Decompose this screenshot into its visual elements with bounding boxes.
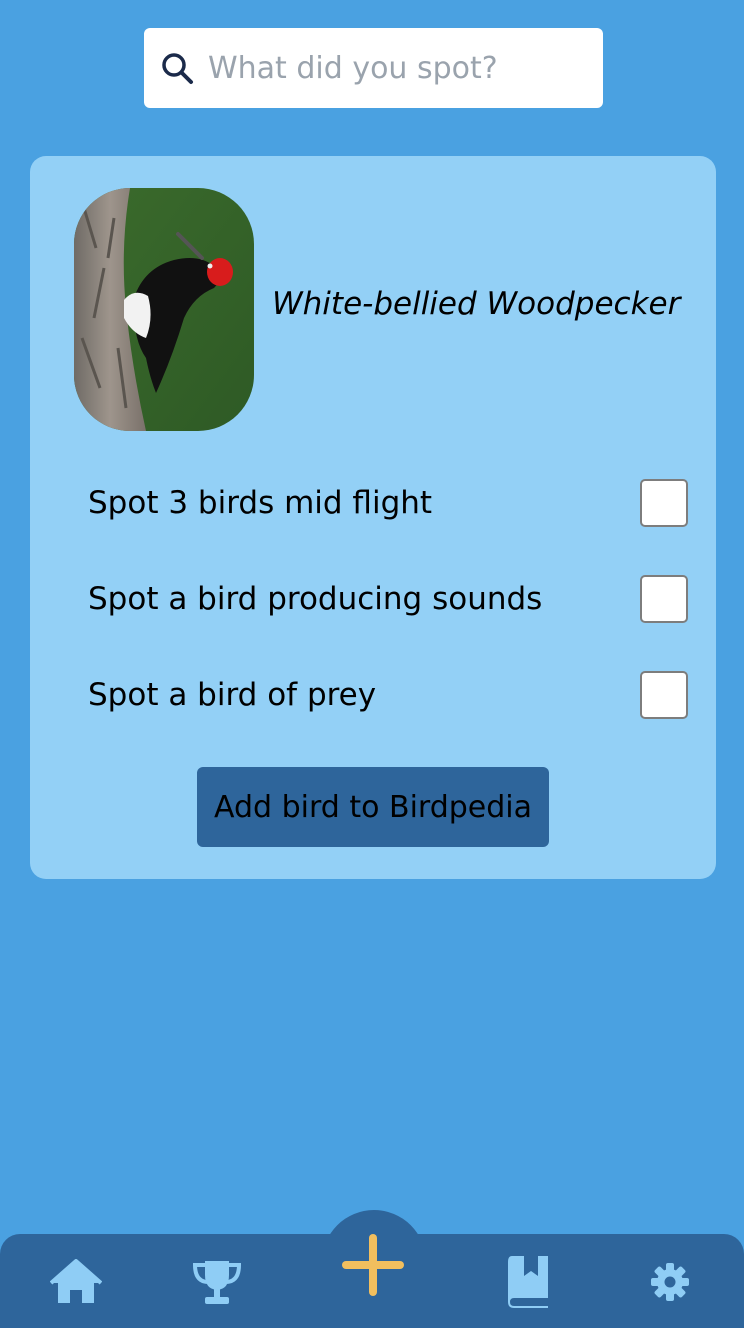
search-bar[interactable] — [144, 28, 603, 108]
task-checkbox[interactable] — [640, 575, 688, 623]
task-checkbox[interactable] — [640, 671, 688, 719]
task-checkbox[interactable] — [640, 479, 688, 527]
bird-card: White-bellied Woodpecker Spot 3 birds mi… — [30, 156, 716, 879]
search-input[interactable] — [208, 50, 588, 86]
nav-settings[interactable] — [650, 1262, 690, 1302]
task-row: Spot a bird producing sounds — [88, 575, 688, 623]
nav-trophy[interactable] — [190, 1258, 244, 1306]
gear-icon — [651, 1263, 689, 1301]
nav-birdpedia[interactable] — [506, 1256, 552, 1308]
task-label: Spot a bird producing sounds — [88, 581, 543, 617]
home-icon — [50, 1259, 102, 1303]
add-bird-button[interactable]: Add bird to Birdpedia — [197, 767, 549, 847]
woodpecker-photo — [74, 188, 254, 431]
task-row: Spot a bird of prey — [88, 671, 688, 719]
nav-add[interactable] — [340, 1232, 406, 1298]
nav-home[interactable] — [50, 1258, 102, 1306]
book-icon — [508, 1256, 548, 1308]
trophy-icon — [192, 1261, 242, 1304]
plus-icon — [342, 1234, 404, 1296]
task-label: Spot a bird of prey — [88, 677, 377, 713]
task-row: Spot 3 birds mid flight — [88, 479, 688, 527]
search-icon — [162, 53, 193, 84]
bird-name: White-bellied Woodpecker — [272, 286, 681, 322]
task-label: Spot 3 birds mid flight — [88, 485, 433, 521]
bird-photo — [74, 188, 254, 431]
